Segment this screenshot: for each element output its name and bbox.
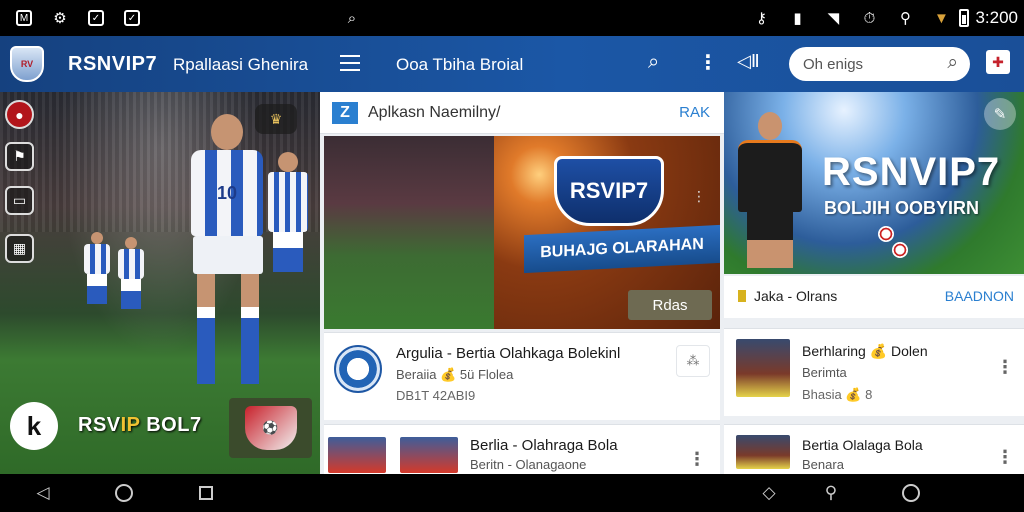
middle-header-title: Aplkasn Naemilny/ <box>368 104 501 121</box>
background-player <box>118 237 144 309</box>
status-bar: M ⚙ ✓ ✓ ⌕ ⚷ ▮ ◥ ⏱ ⚲ ▼ 3:200 <box>0 0 1024 36</box>
club-badge-card[interactable]: ⚽ <box>229 398 312 458</box>
more-options-icon[interactable]: ⋮ <box>996 447 1014 468</box>
pin-icon[interactable]: ⚲ <box>820 482 842 504</box>
football-icon <box>892 242 908 258</box>
section-header: Jaka - Olrans BAADNON <box>724 276 1024 318</box>
app-bar-title: Ooa Tbiha Broial <box>396 55 524 74</box>
right-hero-brand: RSNVIP7 <box>822 150 1001 194</box>
hamburger-menu-icon[interactable] <box>340 55 360 71</box>
promo-strip: BUHAJG OLARAHAN <box>524 224 720 274</box>
list-item-meta: DB1T 42ABI9 <box>396 388 476 403</box>
assistant-icon[interactable] <box>900 482 922 504</box>
background-player <box>84 232 110 304</box>
stadium-image <box>324 136 494 329</box>
club-badge-icon: ⚽ <box>244 406 297 450</box>
alarm-icon: ⏱ <box>863 9 876 27</box>
search-input[interactable]: Oh enigs ⌕ <box>789 47 970 81</box>
more-options-icon[interactable]: ⋮ <box>996 357 1014 378</box>
promo-banner[interactable]: RSVIP7 BUHAJG OLARAHAN Rdas ⋮ <box>324 136 720 329</box>
middle-header-action[interactable]: RAK <box>679 104 710 121</box>
right-panel: RSNVIP7 BOLJIH OOBYIRN ✎ Jaka - Olrans B… <box>724 92 1024 474</box>
section-title: Jaka - Olrans <box>754 288 838 304</box>
more-options-icon[interactable]: ⋮ <box>698 50 718 75</box>
section-marker-icon <box>738 290 746 302</box>
middle-header: Z Aplkasn Naemilny/ RAK <box>320 92 724 134</box>
app-bar: RV RSNVIP7 Rpallaasi Ghenira Ooa Tbiha B… <box>0 36 1024 92</box>
promo-shield: RSVIP7 <box>554 156 664 226</box>
back-icon[interactable]: ◁ <box>32 482 54 504</box>
clock: 3:200 <box>975 8 1018 27</box>
list-item[interactable]: Berhlaring 💰 Dolen Berimta Bhasia 💰 8 ⋮ <box>724 328 1024 416</box>
app-logo-icon: Z <box>332 102 358 124</box>
search-placeholder: Oh enigs <box>803 55 864 73</box>
list-item-subtitle: Beritn - Olanagaone <box>470 457 587 472</box>
list-item-subtitle: Beraiia 💰 5ü Flolea <box>396 367 514 382</box>
search-icon: ⌕ <box>347 9 357 27</box>
share-icon[interactable]: ◁Ⅱ <box>737 51 760 72</box>
checkbox-icon: ✓ <box>85 7 107 29</box>
list-item-meta: Bhasia 💰 8 <box>802 387 873 402</box>
signal-icon: ▼ <box>934 9 949 27</box>
list-item[interactable]: Argulia - Bertia Olahkaga Bolekinl Berai… <box>324 332 720 420</box>
news-thumbnail <box>400 437 458 473</box>
section-action[interactable]: BAADNON <box>945 288 1014 304</box>
hero-left-banner[interactable]: 10 ● ⚑ ▭ ▦ ♛ k RSVIP BOL7 ⚽ <box>0 92 320 474</box>
featured-player: 10 <box>175 114 285 404</box>
search-icon: ⌕ <box>947 52 958 73</box>
bookmark-icon[interactable]: ⚑ <box>5 142 34 171</box>
list-item-title: Argulia - Bertia Olahkaga Bolekinl <box>396 345 621 362</box>
right-hero-subtitle: BOLJIH OOBYIRN <box>824 198 980 218</box>
chat-icon[interactable]: ▭ <box>5 186 34 215</box>
club-logo-icon <box>334 345 382 393</box>
recents-icon[interactable] <box>195 482 217 504</box>
list-item-subtitle: Benara <box>802 457 844 472</box>
brand-name: RSNVIP7 <box>68 53 158 75</box>
wifi-icon: ◥ <box>827 10 840 27</box>
share-icon[interactable]: ⁂ <box>676 345 710 377</box>
featured-player <box>738 112 802 272</box>
checkbox-icon-2: ✓ <box>121 7 143 29</box>
list-item-title: Bertia Olalaga Bola <box>802 437 923 453</box>
gear-icon: ⚙ <box>53 10 67 27</box>
pen-icon[interactable]: ✎ <box>984 98 1016 130</box>
sim-icon: ▮ <box>793 10 802 27</box>
list-item[interactable]: Bertia Olalaga Bola Benara ⋮ <box>724 424 1024 474</box>
k-logo-icon[interactable]: k <box>10 402 58 450</box>
news-thumbnail <box>736 435 790 469</box>
navigation-bar: ◁ ◇ ⚲ <box>0 474 1024 512</box>
list-item-title: Berlia - Olahraga Bola <box>470 437 618 454</box>
location-icon: ⚲ <box>899 10 911 27</box>
rotate-icon[interactable]: ◇ <box>758 482 780 504</box>
news-thumbnail <box>328 437 386 473</box>
news-thumbnail <box>736 339 790 397</box>
list-item-title: Berhlaring 💰 Dolen <box>802 343 928 359</box>
gallery-icon[interactable]: ▦ <box>5 234 34 263</box>
jersey-number: 10 <box>191 150 263 236</box>
notification-m-icon: M <box>13 7 35 29</box>
app-name: Rpallaasi Ghenira <box>173 55 309 74</box>
hero-brand-text: RSVIP BOL7 <box>78 414 202 436</box>
promo-button[interactable]: Rdas <box>628 290 712 320</box>
more-options-icon[interactable]: ⋮ <box>692 188 706 205</box>
promo-graphic: RSVIP7 BUHAJG OLARAHAN Rdas <box>494 136 720 329</box>
key-icon: ⚷ <box>755 10 767 27</box>
home-icon[interactable] <box>113 482 135 504</box>
more-options-icon[interactable]: ⋮ <box>688 449 706 470</box>
football-icon <box>878 226 894 242</box>
trophy-icon[interactable]: ♛ <box>255 104 297 134</box>
flag-icon[interactable]: ✚ <box>986 50 1010 74</box>
list-item[interactable]: Berlia - Olahraga Bola Beritn - Olanagao… <box>324 424 720 474</box>
right-hero-banner[interactable]: RSNVIP7 BOLJIH OOBYIRN ✎ <box>724 92 1024 274</box>
list-item-subtitle: Berimta <box>802 365 847 380</box>
live-icon[interactable]: ● <box>5 100 34 129</box>
battery-icon <box>959 9 970 27</box>
middle-panel: Z Aplkasn Naemilny/ RAK RSVIP7 BUHAJG OL… <box>320 92 724 474</box>
search-icon[interactable]: ⌕ <box>648 51 659 74</box>
shield-logo-icon[interactable]: RV <box>10 46 44 82</box>
